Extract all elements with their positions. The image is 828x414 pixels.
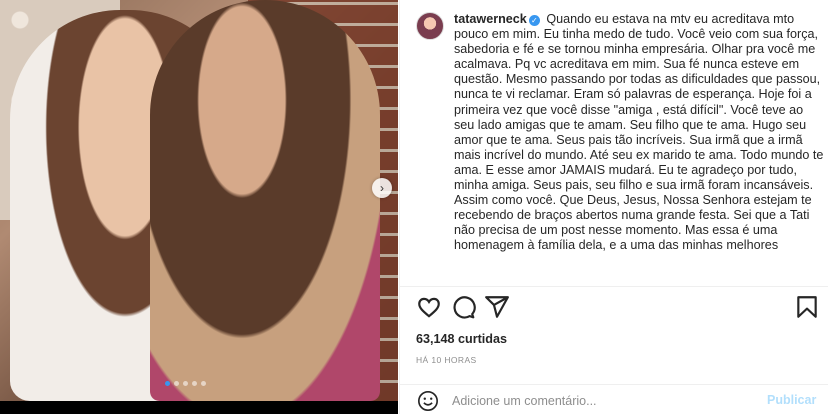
carousel-dot	[192, 381, 197, 386]
post-actions	[416, 294, 817, 320]
likes-count[interactable]: 63,148 curtidas	[416, 332, 507, 346]
chevron-right-icon: ›	[380, 181, 384, 195]
carousel-dot	[165, 381, 170, 386]
carousel-dot	[174, 381, 179, 386]
photo-person-right	[150, 0, 380, 401]
publish-button[interactable]: Publicar	[767, 393, 816, 407]
verified-badge-icon: ✓	[528, 15, 540, 26]
carousel-indicator	[165, 381, 206, 386]
bookmark-icon[interactable]	[794, 294, 820, 320]
username-link[interactable]: tatawerneck	[454, 12, 527, 26]
post-timestamp[interactable]: HÁ 10 HORAS	[416, 355, 477, 365]
divider	[400, 286, 828, 287]
post-caption: tatawerneck ✓ Quando eu estava na mtv eu …	[416, 12, 826, 282]
comment-icon[interactable]	[450, 294, 476, 320]
send-icon[interactable]	[484, 294, 510, 320]
post-side-panel: tatawerneck ✓ Quando eu estava na mtv eu …	[399, 0, 828, 414]
caption-body: Quando eu estava na mtv eu acreditava mt…	[454, 12, 824, 253]
comment-input[interactable]	[452, 391, 752, 411]
bottom-strip	[0, 401, 398, 414]
carousel-dot	[201, 381, 206, 386]
avatar[interactable]	[416, 12, 444, 40]
comment-bar: Publicar	[400, 385, 828, 414]
smiley-icon[interactable]	[417, 390, 439, 412]
heart-icon[interactable]	[416, 294, 442, 320]
carousel-dot	[183, 381, 188, 386]
carousel-next-button[interactable]: ›	[372, 178, 392, 198]
caption-text: tatawerneck ✓ Quando eu estava na mtv eu …	[454, 12, 826, 282]
post-photo[interactable]: ›	[0, 0, 398, 401]
